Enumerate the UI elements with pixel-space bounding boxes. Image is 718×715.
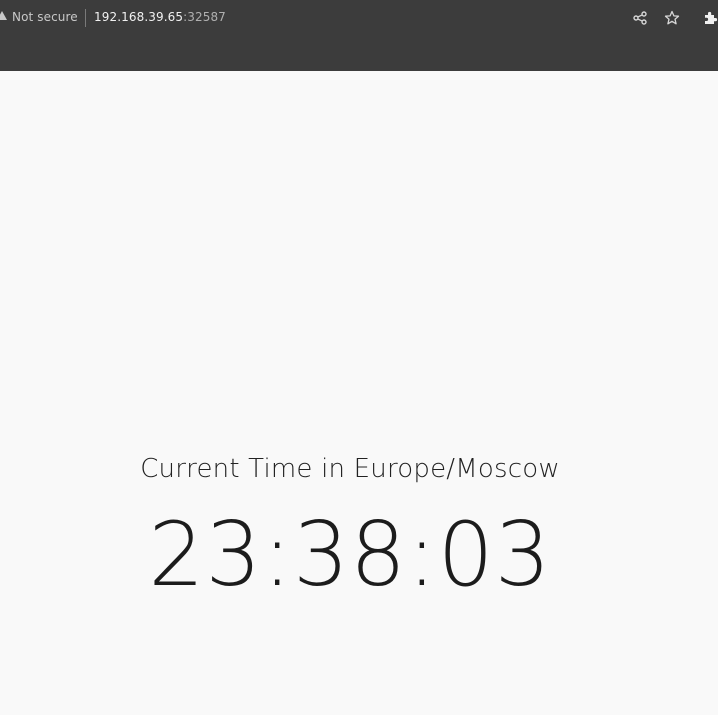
url-divider [85,9,86,27]
clock-heading: Current Time in Europe/Moscow [140,454,560,484]
extensions-icon[interactable] [701,9,718,27]
clock-time: 23:38:03 [148,503,552,606]
url-text[interactable]: 192.168.39.65:32587 [94,10,226,24]
star-icon[interactable] [663,9,681,27]
warning-icon[interactable] [0,11,7,20]
omnibox[interactable]: Not secure 192.168.39.65:32587 [0,0,718,36]
url-port: :32587 [183,10,226,24]
share-icon[interactable] [631,9,649,27]
page-body: Current Time in Europe/Moscow 23:38:03 [0,71,718,715]
browser-toolbar: Not secure 192.168.39.65:32587 [0,0,718,71]
url-host: 192.168.39.65 [94,10,184,24]
security-status-label[interactable]: Not secure [12,10,78,24]
